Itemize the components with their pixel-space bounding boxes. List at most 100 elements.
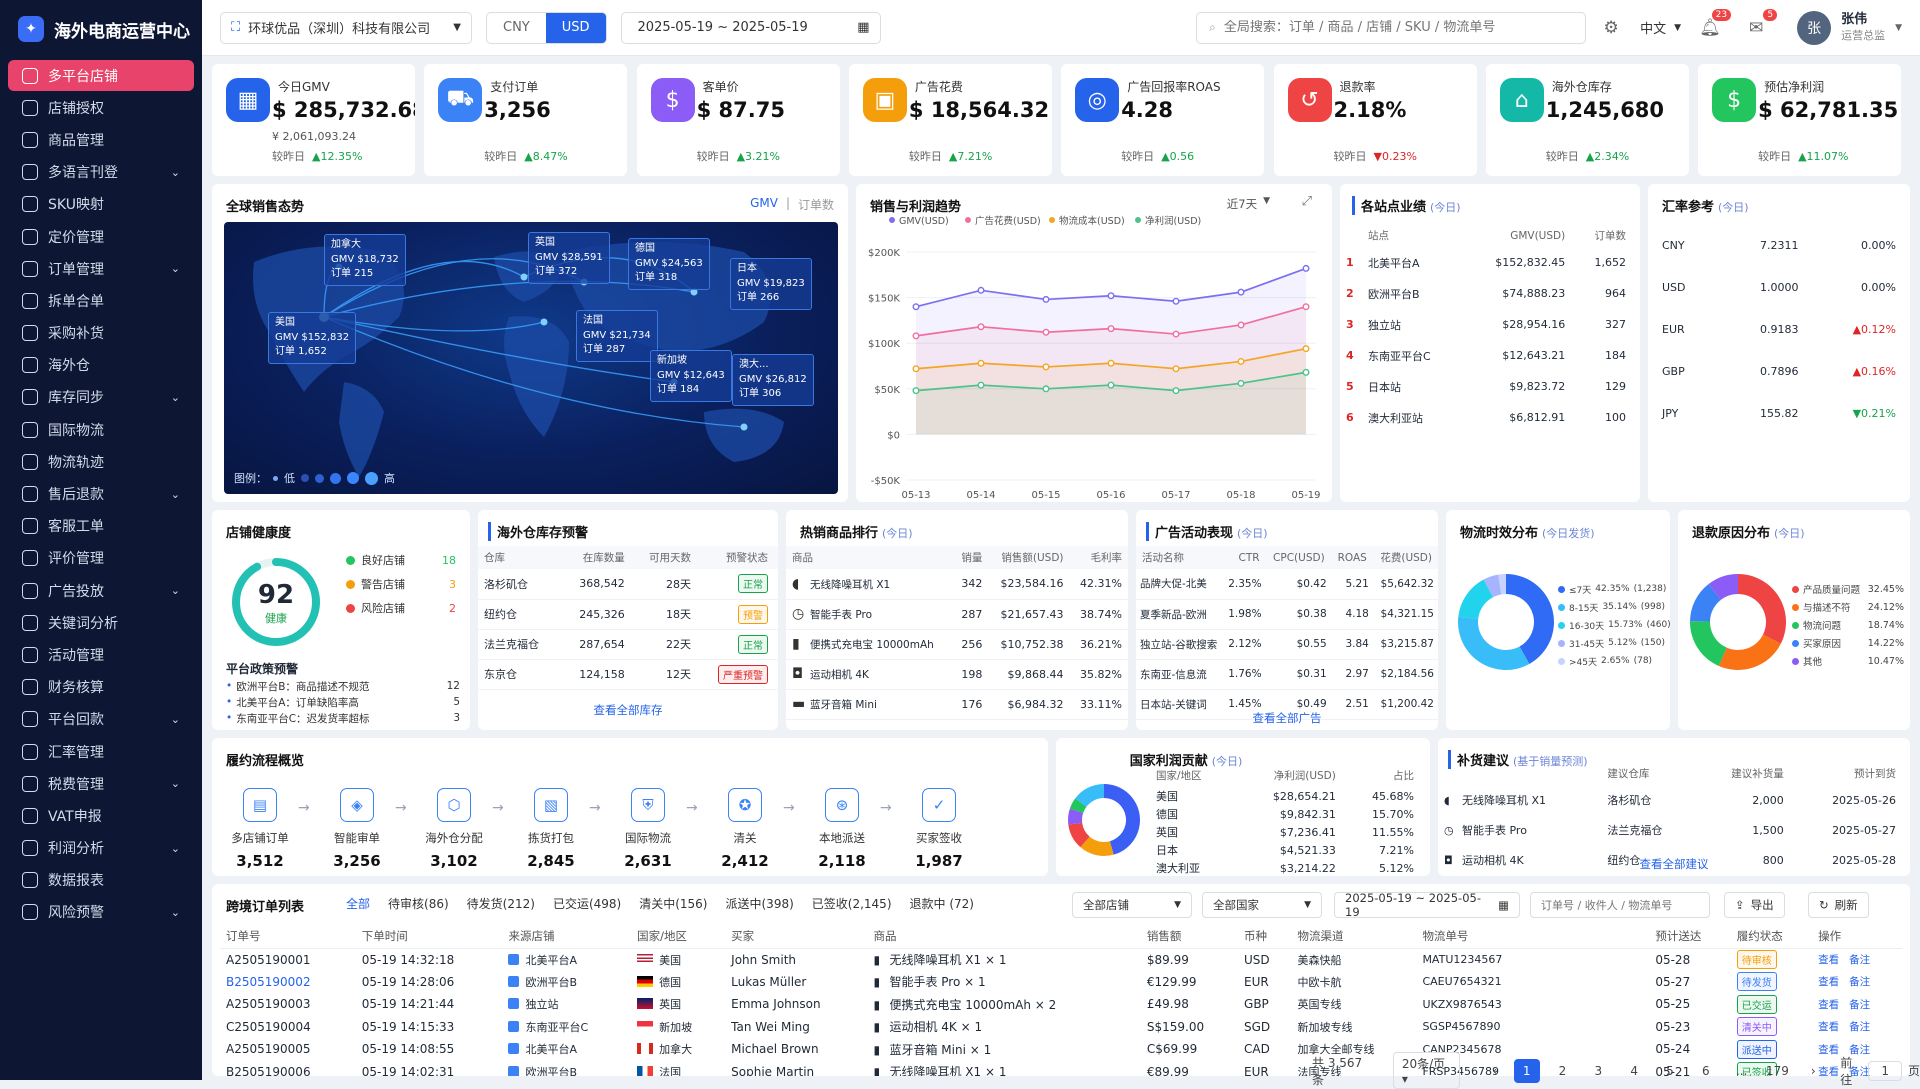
country-filter[interactable]: 全部国家 ▼ [1202, 892, 1322, 918]
data-point[interactable] [912, 332, 920, 340]
policy-item[interactable]: • 北美平台A：订单缺陷率高 5 [226, 694, 460, 710]
sidebar-item-25[interactable]: 数据报表 [8, 865, 194, 896]
map-tab-gmv[interactable]: GMV [750, 196, 778, 213]
sidebar-item-1[interactable]: 店铺授权 [8, 92, 194, 123]
data-point[interactable] [912, 387, 920, 395]
data-point[interactable] [1237, 357, 1245, 365]
table-row[interactable]: USD 1.0000 0.00% [1648, 266, 1910, 308]
page-button[interactable]: 5 [1657, 1059, 1683, 1083]
table-row[interactable]: ◖ 无线降噪耳机 X1 342 $23,584.16 42.31% [786, 569, 1128, 600]
company-select[interactable]: ⛶ 环球优品（深圳）科技有限公司 ▼ [220, 11, 472, 44]
view-all-ads-link[interactable]: 查看全部广告 [1136, 710, 1438, 726]
kpi-card-3[interactable]: ▣ 广告花费 $ 18,564.32 较昨日 ▲7.21% [848, 64, 1052, 176]
order-id[interactable]: B2505190002 [220, 971, 356, 994]
date-range-picker[interactable]: 2025-05-19 ~ 2025-05-19 ▦ [620, 11, 881, 44]
view-all-restock-link[interactable]: 查看全部建议 [1438, 856, 1910, 872]
sidebar-item-14[interactable]: 客服工单 [8, 511, 194, 542]
table-row[interactable]: 东南亚-信息流 1.76% $0.31 2.97 $2,184.56 [1136, 659, 1438, 690]
table-row[interactable]: EUR 0.9183 ▲0.12% [1648, 308, 1910, 350]
sidebar-item-19[interactable]: 财务核算 [8, 672, 194, 703]
kpi-card-6[interactable]: ⌂ 海外仓库存 1,245,680 较昨日 ▲2.34% [1485, 64, 1689, 176]
table-row[interactable]: B2505190002 05-19 14:28:06 欧洲平台B 德国 Luka… [220, 971, 1902, 994]
order-tab-7[interactable]: 退款中 (72) [910, 895, 974, 912]
data-point[interactable] [977, 286, 985, 294]
kpi-card-5[interactable]: ↺ 退款率 2.18% 较昨日 ▼0.23% [1273, 64, 1477, 176]
table-row[interactable]: 纽约仓 245,326 18天 预警 [478, 599, 778, 630]
page-button[interactable]: 1 [1513, 1058, 1540, 1083]
map-region-label[interactable]: 澳大... GMV $26,812 订单 306 [732, 354, 814, 406]
order-id[interactable]: C2505190004 [220, 1016, 356, 1039]
order-id[interactable]: A2505190005 [220, 1038, 356, 1061]
order-date-filter[interactable]: 2025-05-19 ~ 2025-05-19 ▦ [1334, 891, 1520, 919]
sidebar-item-23[interactable]: VAT申报 [8, 800, 194, 831]
data-point[interactable] [1302, 368, 1310, 376]
view-all-inventory-link[interactable]: 查看全部库存 [478, 702, 778, 718]
bell-icon[interactable]: 🔔︎ 23 [1699, 8, 1732, 39]
sidebar-item-22[interactable]: 税费管理 ⌄ [8, 768, 194, 799]
table-row[interactable]: C2505190004 05-19 14:15:33 东南亚平台C 新加坡 Ta… [220, 1016, 1902, 1039]
sidebar-item-18[interactable]: 活动管理 [8, 639, 194, 670]
policy-item[interactable]: • 欧洲平台B：商品描述不规范 12 [226, 678, 460, 694]
map-region-label[interactable]: 日本 GMV $19,823 订单 266 [730, 258, 812, 310]
table-row[interactable]: 德国 $9,842.31 15.70% [1150, 805, 1420, 823]
sidebar-item-15[interactable]: 评价管理 [8, 543, 194, 574]
sidebar-item-10[interactable]: 库存同步 ⌄ [8, 382, 194, 413]
refresh-button[interactable]: ↻ 刷新 [1808, 892, 1869, 918]
sidebar-item-6[interactable]: 订单管理 ⌄ [8, 253, 194, 284]
data-point[interactable] [1172, 330, 1180, 338]
legend-item[interactable]: 其他 10.47% [1792, 652, 1904, 670]
view-order-link[interactable]: 查看 [1818, 999, 1839, 1011]
kpi-card-7[interactable]: $ 预估净利润 $ 62,781.35 较昨日 ▲11.07% [1698, 64, 1902, 176]
sidebar-item-5[interactable]: 定价管理 [8, 221, 194, 252]
page-button[interactable]: 4 [1621, 1059, 1647, 1083]
flow-step[interactable]: ▧ 拣货打包 2,845 [511, 788, 591, 870]
kpi-card-2[interactable]: $ 客单价 $ 87.75 较昨日 ▲3.21% [636, 64, 840, 176]
global-search-input[interactable] [1223, 20, 1574, 35]
data-point[interactable] [1172, 387, 1180, 395]
page-button[interactable]: 3 [1585, 1059, 1611, 1083]
donut-slice[interactable] [1718, 634, 1781, 670]
page-button[interactable]: ... [1729, 1059, 1755, 1083]
flow-step[interactable]: ⊛ 本地派送 2,118 [802, 788, 882, 870]
note-order-link[interactable]: 备注 [1849, 999, 1870, 1011]
order-id[interactable]: A2505190001 [220, 948, 356, 971]
data-point[interactable] [1237, 379, 1245, 387]
data-point[interactable] [1172, 365, 1180, 373]
shop-filter[interactable]: 全部店铺 ▼ [1072, 892, 1192, 918]
sidebar-item-20[interactable]: 平台回款 ⌄ [8, 704, 194, 735]
data-point[interactable] [977, 323, 985, 331]
table-row[interactable]: A2505190001 05-19 14:32:18 北美平台A 美国 John… [220, 948, 1902, 971]
table-row[interactable]: ◷ 智能手表 Pro 法兰克福仓 1,500 2025-05-27 [1438, 815, 1910, 845]
table-row[interactable]: 澳大利亚 $3,214.22 5.12% [1150, 859, 1420, 876]
table-row[interactable]: JPY 155.82 ▼0.21% [1648, 392, 1910, 434]
note-order-link[interactable]: 备注 [1849, 954, 1870, 966]
message-icon[interactable]: ✉ 5 [1745, 8, 1778, 39]
table-row[interactable]: 6 澳大利亚站 $6,812.91 100 [1340, 402, 1640, 433]
flow-step[interactable]: ✪ 清关 2,412 [705, 788, 785, 870]
view-order-link[interactable]: 查看 [1818, 976, 1839, 988]
data-point[interactable] [912, 365, 920, 373]
sidebar-item-4[interactable]: SKU映射 [8, 189, 194, 220]
kpi-card-4[interactable]: ◎ 广告回报率ROAS 4.28 较昨日 ▲0.56 [1061, 64, 1265, 176]
prev-page-icon[interactable]: ‹ [1482, 1059, 1508, 1083]
legend-item[interactable]: 买家原因 14.22% [1792, 634, 1904, 652]
data-point[interactable] [977, 381, 985, 389]
language-select[interactable]: 中文 ▼ [1636, 12, 1685, 44]
flow-step[interactable]: ⬡ 海外仓分配 3,102 [414, 788, 494, 870]
sidebar-item-21[interactable]: 汇率管理 [8, 736, 194, 767]
health-item[interactable]: 良好店铺 18 [346, 548, 456, 572]
table-row[interactable]: 法兰克福仓 287,654 22天 正常 [478, 629, 778, 660]
page-size-select[interactable]: 20条/页 ▾ [1392, 1052, 1460, 1089]
table-row[interactable]: 品牌大促-北美 2.35% $0.42 5.21 $5,642.32 [1136, 569, 1438, 600]
page-button[interactable]: 179 [1765, 1059, 1791, 1083]
order-tab-3[interactable]: 已交运(498) [553, 895, 621, 912]
order-tab-4[interactable]: 清关中(156) [639, 895, 707, 912]
legend-item[interactable]: 31-45天 5.12% (150) [1558, 634, 1668, 652]
kpi-card-1[interactable]: ⛟ 支付订单 3,256 较昨日 ▲8.47% [424, 64, 628, 176]
legend-item[interactable]: 产品质量问题 32.45% [1792, 580, 1904, 598]
donut-slice[interactable] [1690, 621, 1727, 666]
flow-step[interactable]: ▤ 多店铺订单 3,512 [220, 788, 300, 870]
order-tab-1[interactable]: 待审核(86) [388, 895, 449, 912]
table-row[interactable]: 3 独立站 $28,954.16 327 [1340, 309, 1640, 340]
data-point[interactable] [1042, 385, 1050, 393]
